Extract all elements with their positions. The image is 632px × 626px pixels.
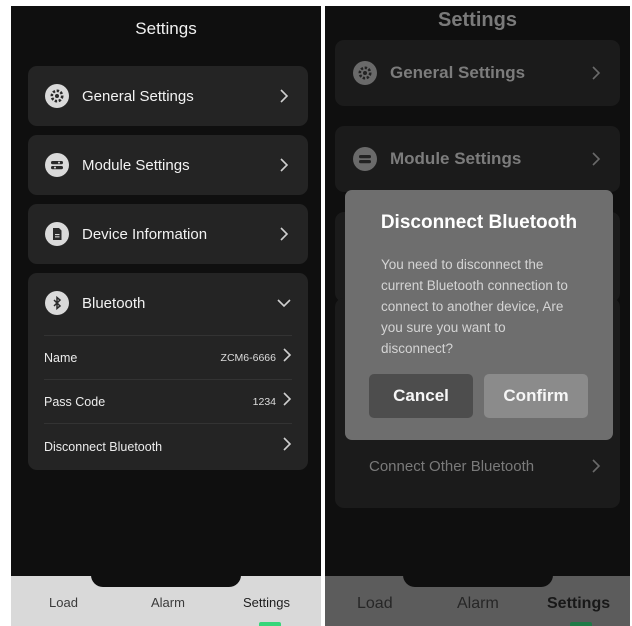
bluetooth-card: Bluetooth Name ZCM6-6666 Pass Code 1234 xyxy=(28,273,308,470)
module-settings-label: Module Settings xyxy=(390,149,522,168)
disconnect-bluetooth-row[interactable]: Disconnect Bluetooth xyxy=(44,423,292,469)
chevron-right-icon xyxy=(586,63,606,83)
active-tab-indicator xyxy=(259,622,281,626)
tab-bar-notch xyxy=(91,575,241,587)
toggle-icon xyxy=(353,147,377,171)
screenshot-stage: Settings General Settings Module Setting… xyxy=(0,0,632,626)
chevron-right-icon xyxy=(282,391,292,412)
dialog-message: You need to disconnect the current Bluet… xyxy=(381,257,568,356)
bluetooth-label: Bluetooth xyxy=(82,294,146,312)
tab-load[interactable]: Load xyxy=(49,595,78,610)
tab-settings[interactable]: Settings xyxy=(547,595,610,613)
bluetooth-icon xyxy=(45,291,69,315)
module-settings-row[interactable]: Module Settings xyxy=(28,153,308,177)
dialog-title: Disconnect Bluetooth xyxy=(380,212,578,233)
tab-load[interactable]: Load xyxy=(357,595,393,613)
page-title: Settings xyxy=(135,19,197,38)
tab-settings[interactable]: Settings xyxy=(243,595,290,610)
bluetooth-header[interactable]: Bluetooth xyxy=(28,291,308,315)
tab-bar-notch xyxy=(402,575,553,587)
disconnect-dialog: Disconnect Bluetooth You need to disconn… xyxy=(345,190,613,440)
general-settings-card[interactable]: General Settings xyxy=(335,40,620,106)
name-value: ZCM6-6666 xyxy=(220,351,276,364)
chevron-right-icon xyxy=(274,155,294,175)
chevron-right-icon xyxy=(282,436,292,457)
tab-bar: Load Alarm Settings xyxy=(325,575,630,626)
name-label: Name xyxy=(44,350,78,365)
module-settings-row[interactable]: Module Settings xyxy=(335,147,620,171)
general-settings-row[interactable]: General Settings xyxy=(335,61,620,85)
tab-alarm[interactable]: Alarm xyxy=(457,595,499,613)
tab-alarm[interactable]: Alarm xyxy=(151,595,185,610)
gear-icon xyxy=(45,84,69,108)
module-settings-card[interactable]: Module Settings xyxy=(335,126,620,192)
general-settings-label: General Settings xyxy=(390,63,526,82)
connect-other-bluetooth-row[interactable]: Connect Other Bluetooth xyxy=(335,456,620,476)
module-settings-card[interactable]: Module Settings xyxy=(28,135,308,195)
device-information-label: Device Information xyxy=(82,225,208,243)
general-settings-row[interactable]: General Settings xyxy=(28,84,308,108)
connect-other-bluetooth-label: Connect Other Bluetooth xyxy=(369,457,535,475)
pass-code-row[interactable]: Pass Code 1234 xyxy=(44,379,292,423)
chevron-right-icon xyxy=(586,456,606,476)
chevron-right-icon xyxy=(274,224,294,244)
chevron-right-icon xyxy=(586,149,606,169)
page-title: Settings xyxy=(438,9,517,31)
disconnect-bluetooth-label: Disconnect Bluetooth xyxy=(44,439,163,454)
pass-code-value: 1234 xyxy=(252,395,276,408)
toggle-icon xyxy=(45,153,69,177)
module-settings-label: Module Settings xyxy=(82,156,190,174)
bluetooth-name-row[interactable]: Name ZCM6-6666 xyxy=(44,335,292,379)
pass-code-label: Pass Code xyxy=(44,394,106,409)
device-information-card[interactable]: Device Information xyxy=(28,204,308,264)
settings-screen: Settings General Settings Module Setting… xyxy=(11,6,321,626)
general-settings-card[interactable]: General Settings xyxy=(28,66,308,126)
chevron-right-icon xyxy=(282,347,292,368)
tab-bar: Load Alarm Settings xyxy=(11,575,321,626)
confirm-button[interactable]: Confirm xyxy=(484,374,588,418)
chevron-down-icon xyxy=(274,293,294,313)
chevron-right-icon xyxy=(274,86,294,106)
disconnect-dialog-screen: Settings General Settings Module Setting… xyxy=(325,6,630,626)
document-icon xyxy=(45,222,69,246)
active-tab-indicator xyxy=(570,622,592,626)
general-settings-label: General Settings xyxy=(82,87,194,105)
device-information-row[interactable]: Device Information xyxy=(28,222,308,246)
gear-icon xyxy=(353,61,377,85)
cancel-button[interactable]: Cancel xyxy=(369,374,473,418)
